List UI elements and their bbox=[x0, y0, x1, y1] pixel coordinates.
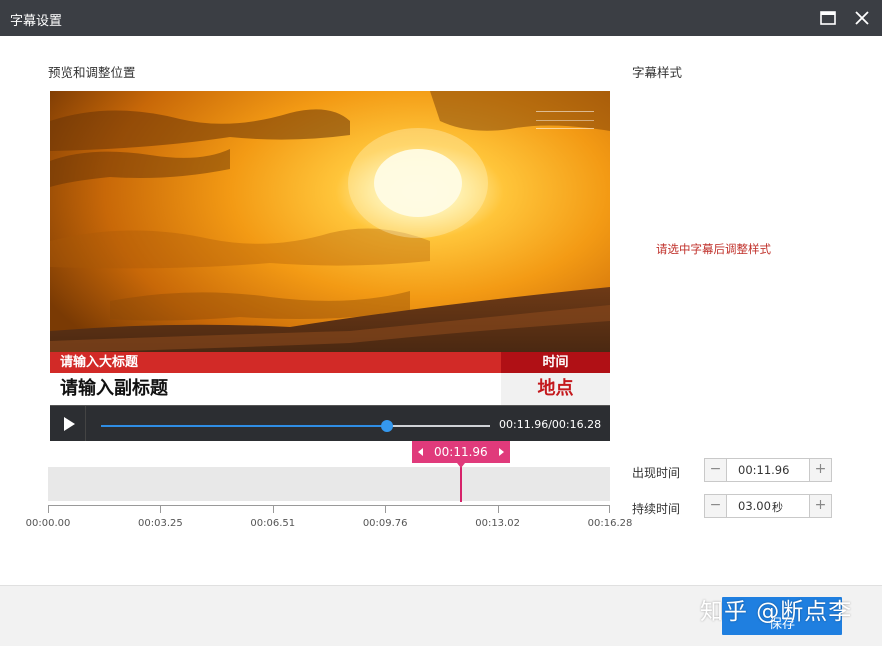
appear-time-input[interactable] bbox=[728, 459, 810, 481]
timeline-ruler bbox=[48, 505, 610, 506]
timeline-tick-label: 00:13.02 bbox=[475, 518, 520, 529]
duration-unit: 秒 bbox=[772, 501, 783, 514]
subtitle-lower-third[interactable]: 请输入大标题 时间 请输入副标题 地点 bbox=[50, 352, 610, 405]
zhihu-watermark: 知乎 @断点李 bbox=[700, 599, 853, 625]
time-text[interactable]: 时间 bbox=[501, 352, 610, 373]
subtitle-settings-window: 字幕设置 预览和调整位置 字幕样式 请输入大标题 时间 请输入副标题 地点 00… bbox=[0, 0, 882, 646]
window-title: 字幕设置 bbox=[10, 14, 63, 29]
duration-label: 持续时间 bbox=[632, 502, 681, 516]
duration-stepper[interactable]: − 秒 + bbox=[704, 494, 832, 518]
timeline-tick-label: 00:06.51 bbox=[250, 518, 296, 529]
seek-progress bbox=[101, 425, 387, 427]
maximize-icon[interactable] bbox=[818, 8, 838, 28]
appear-time-label: 出现时间 bbox=[632, 466, 681, 480]
timeline-tick-label: 00:09.76 bbox=[362, 518, 408, 529]
main-title-text[interactable]: 请输入大标题 bbox=[50, 352, 501, 373]
timeline-tick bbox=[48, 505, 49, 513]
timeline-tick bbox=[160, 505, 162, 513]
timeline-tick-label: 00:16.28 bbox=[587, 518, 633, 529]
appear-time-decrement-button[interactable]: − bbox=[705, 459, 727, 481]
step-forward-icon[interactable] bbox=[498, 448, 504, 456]
timeline-cursor-flag[interactable]: 00:11.96 bbox=[411, 441, 510, 468]
playback-time: 00:11.96/00:16.28 bbox=[499, 418, 602, 431]
appear-time-stepper[interactable]: − + bbox=[704, 458, 832, 482]
style-hint-text: 请选中字幕后调整样式 bbox=[656, 242, 771, 256]
seek-handle[interactable] bbox=[380, 420, 393, 432]
duration-decrement-button[interactable]: − bbox=[705, 495, 727, 517]
place-text[interactable]: 地点 bbox=[501, 373, 610, 405]
preview-section-label: 预览和调整位置 bbox=[48, 65, 136, 80]
style-section-label: 字幕样式 bbox=[632, 65, 683, 80]
cursor-time-label: 00:11.96 bbox=[434, 445, 488, 459]
appear-time-increment-button[interactable]: + bbox=[809, 459, 831, 481]
timeline-track[interactable] bbox=[48, 467, 610, 501]
timeline-tick bbox=[272, 505, 274, 513]
duration-input[interactable] bbox=[728, 495, 810, 517]
timeline-tick bbox=[497, 505, 499, 513]
title-bar: 字幕设置 bbox=[0, 0, 882, 36]
duration-increment-button[interactable]: + bbox=[809, 495, 831, 517]
timeline-tick bbox=[609, 505, 610, 513]
seek-bar[interactable] bbox=[101, 420, 490, 432]
video-watermark-mark bbox=[536, 111, 594, 129]
close-icon[interactable] bbox=[852, 8, 872, 28]
timeline-tick bbox=[385, 505, 387, 513]
player-controls: 00:11.96/00:16.28 bbox=[50, 405, 610, 441]
sub-title-text[interactable]: 请输入副标题 bbox=[50, 373, 501, 405]
play-icon[interactable] bbox=[50, 406, 86, 441]
timeline-tick-label: 00:00.00 bbox=[25, 518, 71, 529]
video-preview[interactable]: 请输入大标题 时间 请输入副标题 地点 bbox=[50, 91, 610, 405]
cursor-flag-notch bbox=[456, 463, 465, 468]
timeline-tick-label: 00:03.25 bbox=[138, 518, 183, 529]
